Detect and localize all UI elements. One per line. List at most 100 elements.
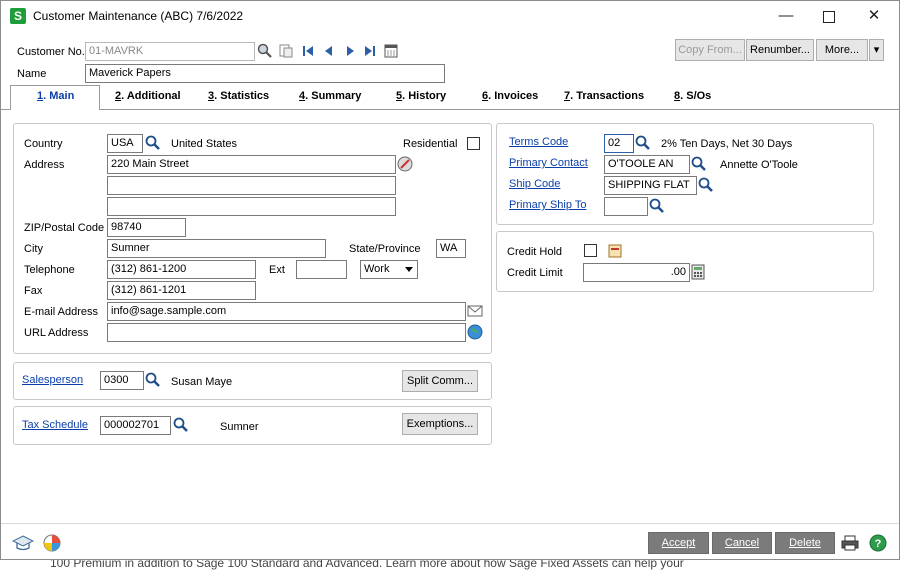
salesperson-code-input[interactable]: 0300 xyxy=(100,371,144,390)
country-lookup-icon[interactable] xyxy=(145,135,161,151)
customer-no-label: Customer No. xyxy=(17,46,85,58)
primary-ship-to-input[interactable] xyxy=(604,197,648,216)
next-record-icon[interactable] xyxy=(343,43,359,59)
renumber-button[interactable]: Renumber... xyxy=(746,39,814,61)
more-dropdown-arrow[interactable]: ▾ xyxy=(869,39,884,61)
state-input[interactable]: WA xyxy=(436,239,466,258)
state-label: State/Province xyxy=(349,243,421,255)
print-icon[interactable] xyxy=(841,534,859,552)
address-line2-input[interactable] xyxy=(107,176,396,195)
learning-center-icon[interactable] xyxy=(11,534,35,552)
cancel-button[interactable]: Cancel xyxy=(712,532,772,554)
more-button[interactable]: More... xyxy=(816,39,868,61)
previous-record-icon[interactable] xyxy=(322,43,338,59)
ship-code-lookup-icon[interactable] xyxy=(698,177,714,193)
first-record-icon[interactable] xyxy=(301,43,317,59)
credit-hold-label: Credit Hold xyxy=(507,246,563,258)
salesperson-name: Susan Maye xyxy=(171,376,233,388)
url-label: URL Address xyxy=(24,327,89,339)
contact-lookup-icon[interactable] xyxy=(691,156,707,172)
web-globe-icon[interactable] xyxy=(467,324,483,340)
credit-hold-checkbox[interactable] xyxy=(584,244,597,257)
tab-main[interactable]: 1. Main xyxy=(37,90,74,102)
city-input[interactable]: Sumner xyxy=(107,239,326,258)
credit-panel xyxy=(496,231,874,292)
ship-to-lookup-icon[interactable] xyxy=(649,198,665,214)
credit-limit-input[interactable]: .00 xyxy=(583,263,690,282)
tax-schedule-input[interactable]: 000002701 xyxy=(100,416,171,435)
residential-checkbox[interactable] xyxy=(467,137,480,150)
svg-text:?: ? xyxy=(875,538,882,550)
exemptions-button[interactable]: Exemptions... xyxy=(402,413,478,435)
credit-memo-icon[interactable] xyxy=(607,243,623,259)
name-input[interactable]: Maverick Papers xyxy=(85,64,445,83)
copy-from-button[interactable]: Copy From... xyxy=(675,39,745,61)
salesperson-lookup-icon[interactable] xyxy=(145,372,161,388)
copy-record-icon[interactable] xyxy=(278,43,294,59)
tab-statistics[interactable]: 3. Statistics xyxy=(208,90,269,102)
primary-contact-name: Annette O'Toole xyxy=(720,159,798,171)
minimize-button[interactable]: — xyxy=(766,5,806,27)
last-record-icon[interactable] xyxy=(363,43,379,59)
terms-description: 2% Ten Days, Net 30 Days xyxy=(661,138,793,150)
residential-label: Residential xyxy=(403,138,458,150)
country-label: Country xyxy=(24,138,63,150)
phone-type-value: Work xyxy=(364,263,390,275)
delete-button[interactable]: Delete xyxy=(775,532,835,554)
customizer-icon[interactable] xyxy=(43,534,61,552)
address-line1-input[interactable]: 220 Main Street xyxy=(107,155,396,174)
country-code-input[interactable]: USA xyxy=(107,134,143,153)
tab-summary[interactable]: 4. Summary xyxy=(299,90,361,102)
zip-label: ZIP/Postal Code xyxy=(24,222,105,234)
credit-limit-label: Credit Limit xyxy=(507,267,563,279)
help-icon[interactable]: ? xyxy=(869,534,887,552)
title-bar: S Customer Maintenance (ABC) 7/6/2022 — … xyxy=(1,1,899,31)
split-comm-button[interactable]: Split Comm... xyxy=(402,370,478,392)
map-compass-icon[interactable] xyxy=(397,156,413,172)
url-input[interactable] xyxy=(107,323,466,342)
calendar-icon[interactable] xyxy=(384,43,400,59)
sage-app-icon: S xyxy=(10,8,26,24)
calculator-icon[interactable] xyxy=(691,264,707,280)
zip-input[interactable]: 98740 xyxy=(107,218,186,237)
city-label: City xyxy=(24,243,43,255)
address-label: Address xyxy=(24,159,65,171)
terms-lookup-icon[interactable] xyxy=(635,135,651,151)
tab-transactions[interactable]: 7. Transactions xyxy=(564,90,644,102)
footer-divider xyxy=(1,523,899,524)
terms-code-input[interactable]: 02 xyxy=(604,134,634,153)
telephone-input[interactable]: (312) 861-1200 xyxy=(107,260,256,279)
primary-ship-to-link[interactable]: Primary Ship To xyxy=(509,199,586,211)
fax-label: Fax xyxy=(24,285,43,297)
country-name: United States xyxy=(171,138,238,150)
tab-history[interactable]: 5. History xyxy=(396,90,446,102)
customer-maintenance-window: S Customer Maintenance (ABC) 7/6/2022 — … xyxy=(0,0,900,560)
tab-invoices[interactable]: 6. Invoices xyxy=(482,90,538,102)
window-title: Customer Maintenance (ABC) 7/6/2022 xyxy=(33,9,244,23)
chevron-down-icon xyxy=(405,267,413,272)
customer-no-input[interactable]: 01-MAVRK xyxy=(85,42,255,61)
ext-input[interactable] xyxy=(296,260,347,279)
phone-type-select[interactable]: Work xyxy=(360,260,418,279)
tax-schedule-link[interactable]: Tax Schedule xyxy=(22,419,88,431)
lookup-icon[interactable] xyxy=(257,43,273,59)
name-label: Name xyxy=(17,68,47,80)
tax-schedule-name: Sumner xyxy=(220,421,259,433)
fax-input[interactable]: (312) 861-1201 xyxy=(107,281,256,300)
maximize-button[interactable] xyxy=(809,5,849,27)
ship-code-input[interactable]: SHIPPING FLAT xyxy=(604,176,697,195)
email-envelope-icon[interactable] xyxy=(467,303,483,319)
salesperson-link[interactable]: Salesperson xyxy=(22,374,83,386)
primary-contact-input[interactable]: O'TOOLE AN xyxy=(604,155,690,174)
email-input[interactable]: info@sage.sample.com xyxy=(107,302,466,321)
telephone-label: Telephone xyxy=(24,264,75,276)
address-line3-input[interactable] xyxy=(107,197,396,216)
terms-code-link[interactable]: Terms Code xyxy=(509,136,568,148)
primary-contact-link[interactable]: Primary Contact xyxy=(509,157,588,169)
accept-button[interactable]: Accept xyxy=(648,532,709,554)
tax-schedule-lookup-icon[interactable] xyxy=(173,417,189,433)
tab-additional[interactable]: 2. Additional xyxy=(115,90,181,102)
tab-sos[interactable]: 8. S/Os xyxy=(674,90,711,102)
ship-code-link[interactable]: Ship Code xyxy=(509,178,560,190)
close-button[interactable]: ✕ xyxy=(854,5,894,27)
